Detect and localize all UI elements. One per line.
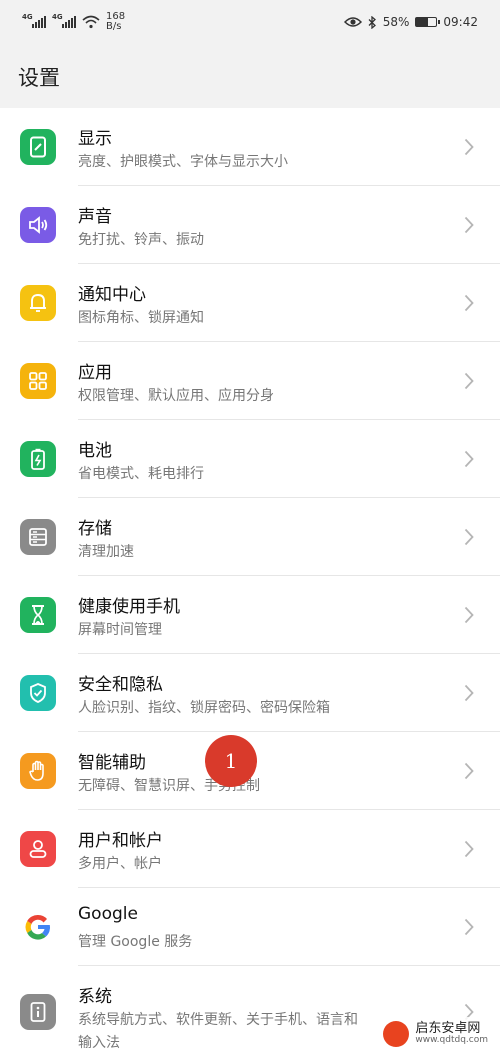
shield-icon bbox=[20, 675, 56, 711]
watermark-logo-icon bbox=[383, 1021, 410, 1047]
item-subtitle: 屏幕时间管理 bbox=[78, 622, 162, 638]
sim2-label: 4G bbox=[52, 13, 63, 21]
settings-item-display[interactable]: 显示 亮度、护眼模式、字体与显示大小 bbox=[0, 108, 500, 186]
sound-icon bbox=[20, 207, 56, 243]
battery-percent: 58% bbox=[382, 15, 410, 29]
settings-item-notifications[interactable]: 通知中心 图标角标、锁屏通知 bbox=[0, 264, 500, 342]
settings-item-apps[interactable]: 应用 权限管理、默认应用、应用分身 bbox=[0, 342, 500, 420]
item-subtitle: 清理加速 bbox=[78, 544, 134, 560]
item-title: 用户和帐户 bbox=[78, 831, 163, 851]
settings-item-digital-balance[interactable]: 健康使用手机 屏幕时间管理 bbox=[0, 576, 500, 654]
chevron-right-icon bbox=[464, 294, 474, 312]
chevron-right-icon bbox=[464, 372, 474, 390]
item-title: 安全和隐私 bbox=[78, 675, 163, 695]
clock: 09:42 bbox=[443, 15, 478, 29]
sim1-label: 4G bbox=[22, 13, 33, 21]
item-subtitle-line2: 输入法 bbox=[78, 1035, 120, 1051]
chevron-right-icon bbox=[464, 450, 474, 468]
item-subtitle: 亮度、护眼模式、字体与显示大小 bbox=[78, 154, 288, 170]
hourglass-icon bbox=[20, 597, 56, 633]
settings-item-google[interactable]: Google 管理 Google 服务 bbox=[0, 888, 500, 966]
bluetooth-icon bbox=[368, 15, 376, 29]
bell-icon bbox=[20, 285, 56, 321]
apps-icon bbox=[20, 363, 56, 399]
item-subtitle: 权限管理、默认应用、应用分身 bbox=[78, 388, 274, 404]
settings-item-users-accounts[interactable]: 用户和帐户 多用户、帐户 bbox=[0, 810, 500, 888]
item-title: 显示 bbox=[78, 129, 112, 149]
item-subtitle: 多用户、帐户 bbox=[78, 856, 162, 872]
item-title: 声音 bbox=[78, 207, 112, 227]
storage-icon bbox=[20, 519, 56, 555]
item-subtitle: 免打扰、铃声、振动 bbox=[78, 232, 204, 248]
system-icon bbox=[20, 993, 56, 1030]
settings-item-storage[interactable]: 存储 清理加速 bbox=[0, 498, 500, 576]
item-subtitle: 图标角标、锁屏通知 bbox=[78, 310, 204, 326]
item-subtitle: 人脸识别、指纹、锁屏密码、密码保险箱 bbox=[78, 700, 330, 716]
settings-list: 显示 亮度、护眼模式、字体与显示大小 声音 免打扰、铃声、振动 通知中心 图标角… bbox=[0, 108, 500, 1057]
item-title: 智能辅助 bbox=[78, 753, 146, 773]
sim2-signal-icon: 4G bbox=[52, 13, 76, 28]
item-title: 通知中心 bbox=[78, 285, 146, 305]
item-subtitle: 系统导航方式、软件更新、关于手机、语言和 bbox=[78, 1012, 358, 1028]
item-title: 电池 bbox=[78, 441, 112, 461]
annotation-badge: 1 bbox=[205, 735, 257, 787]
user-icon bbox=[20, 831, 56, 867]
network-speed: 168 B/s bbox=[106, 12, 125, 32]
sim1-signal-icon: 4G bbox=[22, 13, 46, 28]
speed-unit: B/s bbox=[106, 21, 122, 32]
hand-icon bbox=[20, 753, 56, 789]
status-left: 4G 4G 168 B/s bbox=[22, 12, 125, 32]
settings-item-battery[interactable]: 电池 省电模式、耗电排行 bbox=[0, 420, 500, 498]
item-title: 存储 bbox=[78, 519, 112, 539]
page-title: 设置 bbox=[18, 66, 60, 90]
chevron-right-icon bbox=[464, 528, 474, 546]
chevron-right-icon bbox=[464, 840, 474, 858]
chevron-right-icon bbox=[464, 684, 474, 702]
item-title: 应用 bbox=[78, 363, 112, 383]
chevron-right-icon bbox=[464, 606, 474, 624]
watermark-url: www.qdtdq.com bbox=[415, 1035, 488, 1046]
chevron-right-icon bbox=[464, 762, 474, 780]
item-title: 健康使用手机 bbox=[78, 597, 180, 617]
chevron-right-icon bbox=[464, 216, 474, 234]
wifi-icon bbox=[82, 15, 100, 29]
watermark-name: 启东安卓网 bbox=[415, 1020, 481, 1036]
battery-icon bbox=[415, 17, 441, 27]
battery-icon bbox=[20, 441, 56, 477]
item-title: 系统 bbox=[78, 987, 112, 1007]
item-subtitle: 省电模式、耗电排行 bbox=[78, 466, 204, 482]
status-right: 58% 09:42 bbox=[343, 15, 478, 29]
item-title: Google bbox=[78, 904, 138, 924]
google-icon bbox=[20, 909, 56, 945]
chevron-right-icon bbox=[464, 918, 474, 936]
status-bar: 4G 4G 168 B/s 58% 09:42 bbox=[0, 0, 500, 44]
display-icon bbox=[20, 129, 56, 165]
settings-item-security-privacy[interactable]: 安全和隐私 人脸识别、指纹、锁屏密码、密码保险箱 bbox=[0, 654, 500, 732]
item-subtitle: 管理 Google 服务 bbox=[78, 934, 193, 950]
settings-item-sound[interactable]: 声音 免打扰、铃声、振动 bbox=[0, 186, 500, 264]
eye-comfort-icon bbox=[343, 17, 362, 27]
watermark: 启东安卓网 www.qdtdq.com bbox=[377, 1017, 494, 1051]
chevron-right-icon bbox=[464, 138, 474, 156]
